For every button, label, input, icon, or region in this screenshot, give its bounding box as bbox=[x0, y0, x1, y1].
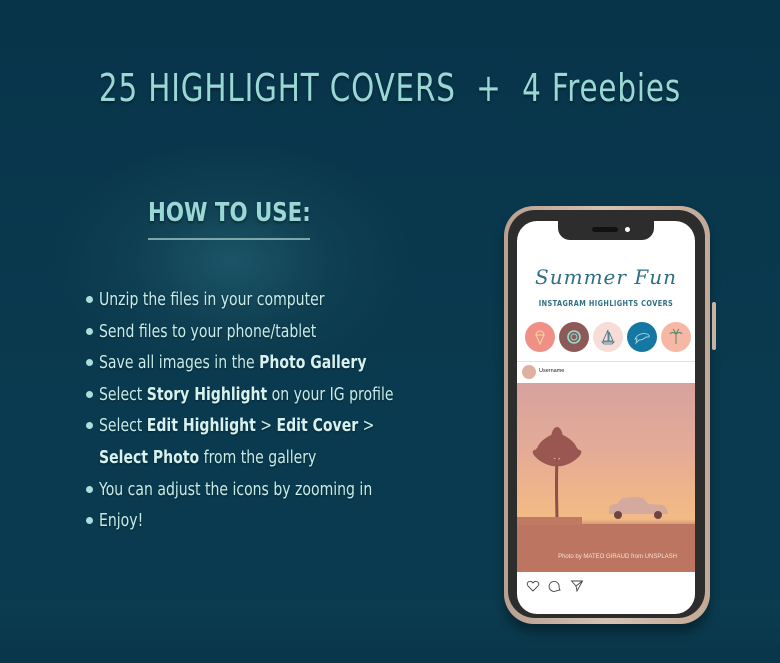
bullet-icon bbox=[86, 359, 93, 367]
bullet-icon bbox=[86, 485, 93, 493]
phone-speaker bbox=[592, 227, 618, 232]
instruction-text: Unzip the files in your computer bbox=[99, 284, 324, 316]
instruction-item: Select Story Highlight on your IG profil… bbox=[86, 379, 486, 411]
instruction-text: Select Story Highlight on your IG profil… bbox=[99, 379, 393, 411]
instruction-emphasis: Edit Highlight bbox=[146, 415, 256, 437]
instruction-segment: > bbox=[255, 415, 277, 437]
story-highlights-row bbox=[525, 322, 691, 352]
instruction-text: You can adjust the icons by zooming in bbox=[99, 474, 372, 506]
heart-icon[interactable] bbox=[526, 579, 540, 593]
photo-credit: Photo by MATEO GIRAUD from UNSPLASH bbox=[558, 554, 677, 560]
photo-ground bbox=[517, 524, 695, 572]
vintage-car bbox=[609, 497, 668, 519]
instruction-item: Select Photo from the gallery bbox=[86, 442, 486, 474]
subtitle: INSTAGRAM HIGHLIGHTS COVERS bbox=[517, 299, 695, 308]
instruction-segment: Select bbox=[99, 415, 147, 437]
instruction-text: Select Photo from the gallery bbox=[99, 442, 316, 474]
phone-side-button bbox=[712, 302, 716, 350]
story-highlight[interactable] bbox=[661, 322, 691, 352]
instruction-item: You can adjust the icons by zooming in bbox=[86, 474, 486, 506]
lifebuoy-icon bbox=[567, 330, 581, 344]
instruction-segment: from the gallery bbox=[199, 446, 317, 468]
instruction-text: Save all images in the Photo Gallery bbox=[99, 347, 366, 379]
instruction-segment: You can adjust the icons by zooming in bbox=[99, 478, 373, 500]
instruction-segment: Enjoy! bbox=[99, 510, 144, 532]
bullet-icon bbox=[86, 296, 93, 303]
script-title: Summer Fun bbox=[535, 265, 677, 289]
palm-tree-icon bbox=[669, 328, 683, 344]
palm-tree bbox=[532, 427, 582, 518]
photo-wall bbox=[517, 517, 582, 525]
subtitle-text: INSTAGRAM HIGHLIGHTS COVERS bbox=[538, 299, 674, 308]
instruction-list: Unzip the files in your computer Send fil… bbox=[86, 284, 486, 537]
instruction-segment: on your IG profile bbox=[267, 383, 394, 405]
phone-screen: Summer Fun INSTAGRAM HIGHLIGHTS COVERS U… bbox=[517, 221, 695, 614]
instruction-item: Unzip the files in your computer bbox=[86, 284, 486, 316]
phone-mockup: Summer Fun INSTAGRAM HIGHLIGHTS COVERS U… bbox=[504, 206, 716, 624]
instruction-item: Enjoy! bbox=[86, 505, 486, 537]
instruction-segment: Select bbox=[99, 383, 147, 405]
sailboat-icon bbox=[601, 329, 615, 345]
story-highlight[interactable] bbox=[525, 322, 555, 352]
send-icon[interactable] bbox=[570, 579, 584, 593]
instruction-emphasis: Select Photo bbox=[99, 446, 200, 468]
divider bbox=[517, 361, 695, 362]
story-highlight[interactable] bbox=[593, 322, 623, 352]
dolphin-icon bbox=[634, 333, 650, 345]
bullet-icon bbox=[86, 517, 93, 525]
bullet-icon bbox=[86, 327, 93, 335]
instruction-emphasis: Photo Gallery bbox=[259, 352, 367, 374]
instruction-text: Select Edit Highlight > Edit Cover > bbox=[99, 410, 374, 442]
username[interactable]: Username bbox=[539, 368, 564, 374]
instruction-item: Send files to your phone/tablet bbox=[86, 316, 486, 348]
instruction-segment: > bbox=[358, 415, 375, 437]
instruction-segment: Save all images in the bbox=[99, 352, 260, 374]
post-actions bbox=[526, 579, 584, 593]
story-highlight[interactable] bbox=[559, 322, 589, 352]
how-to-title: HOW TO USE: bbox=[148, 198, 311, 228]
bullet-icon bbox=[86, 390, 93, 398]
instruction-text: Enjoy! bbox=[99, 505, 143, 537]
instruction-text: Send files to your phone/tablet bbox=[99, 316, 316, 348]
phone-bezel: Summer Fun INSTAGRAM HIGHLIGHTS COVERS U… bbox=[508, 210, 705, 618]
post-photo: Photo by MATEO GIRAUD from UNSPLASH bbox=[517, 383, 695, 572]
instruction-segment: Unzip the files in your computer bbox=[99, 289, 325, 310]
photo-scene bbox=[517, 427, 695, 572]
title-underline bbox=[148, 238, 310, 240]
story-highlight[interactable] bbox=[627, 322, 657, 352]
bullet-icon bbox=[86, 422, 93, 430]
ice-cream-icon bbox=[535, 330, 545, 346]
phone-camera bbox=[625, 227, 630, 232]
instruction-emphasis: Edit Cover bbox=[276, 415, 359, 437]
comment-icon[interactable] bbox=[548, 579, 562, 593]
instruction-item: Select Edit Highlight > Edit Cover > bbox=[86, 410, 486, 442]
instruction-item: Save all images in the Photo Gallery bbox=[86, 347, 486, 379]
headline: 25 HIGHLIGHT COVERS + 4 Freebies bbox=[98, 66, 682, 110]
instruction-segment: Send files to your phone/tablet bbox=[99, 320, 317, 342]
instruction-emphasis: Story Highlight bbox=[146, 383, 268, 405]
phone-notch bbox=[558, 221, 654, 240]
avatar[interactable] bbox=[522, 365, 536, 379]
